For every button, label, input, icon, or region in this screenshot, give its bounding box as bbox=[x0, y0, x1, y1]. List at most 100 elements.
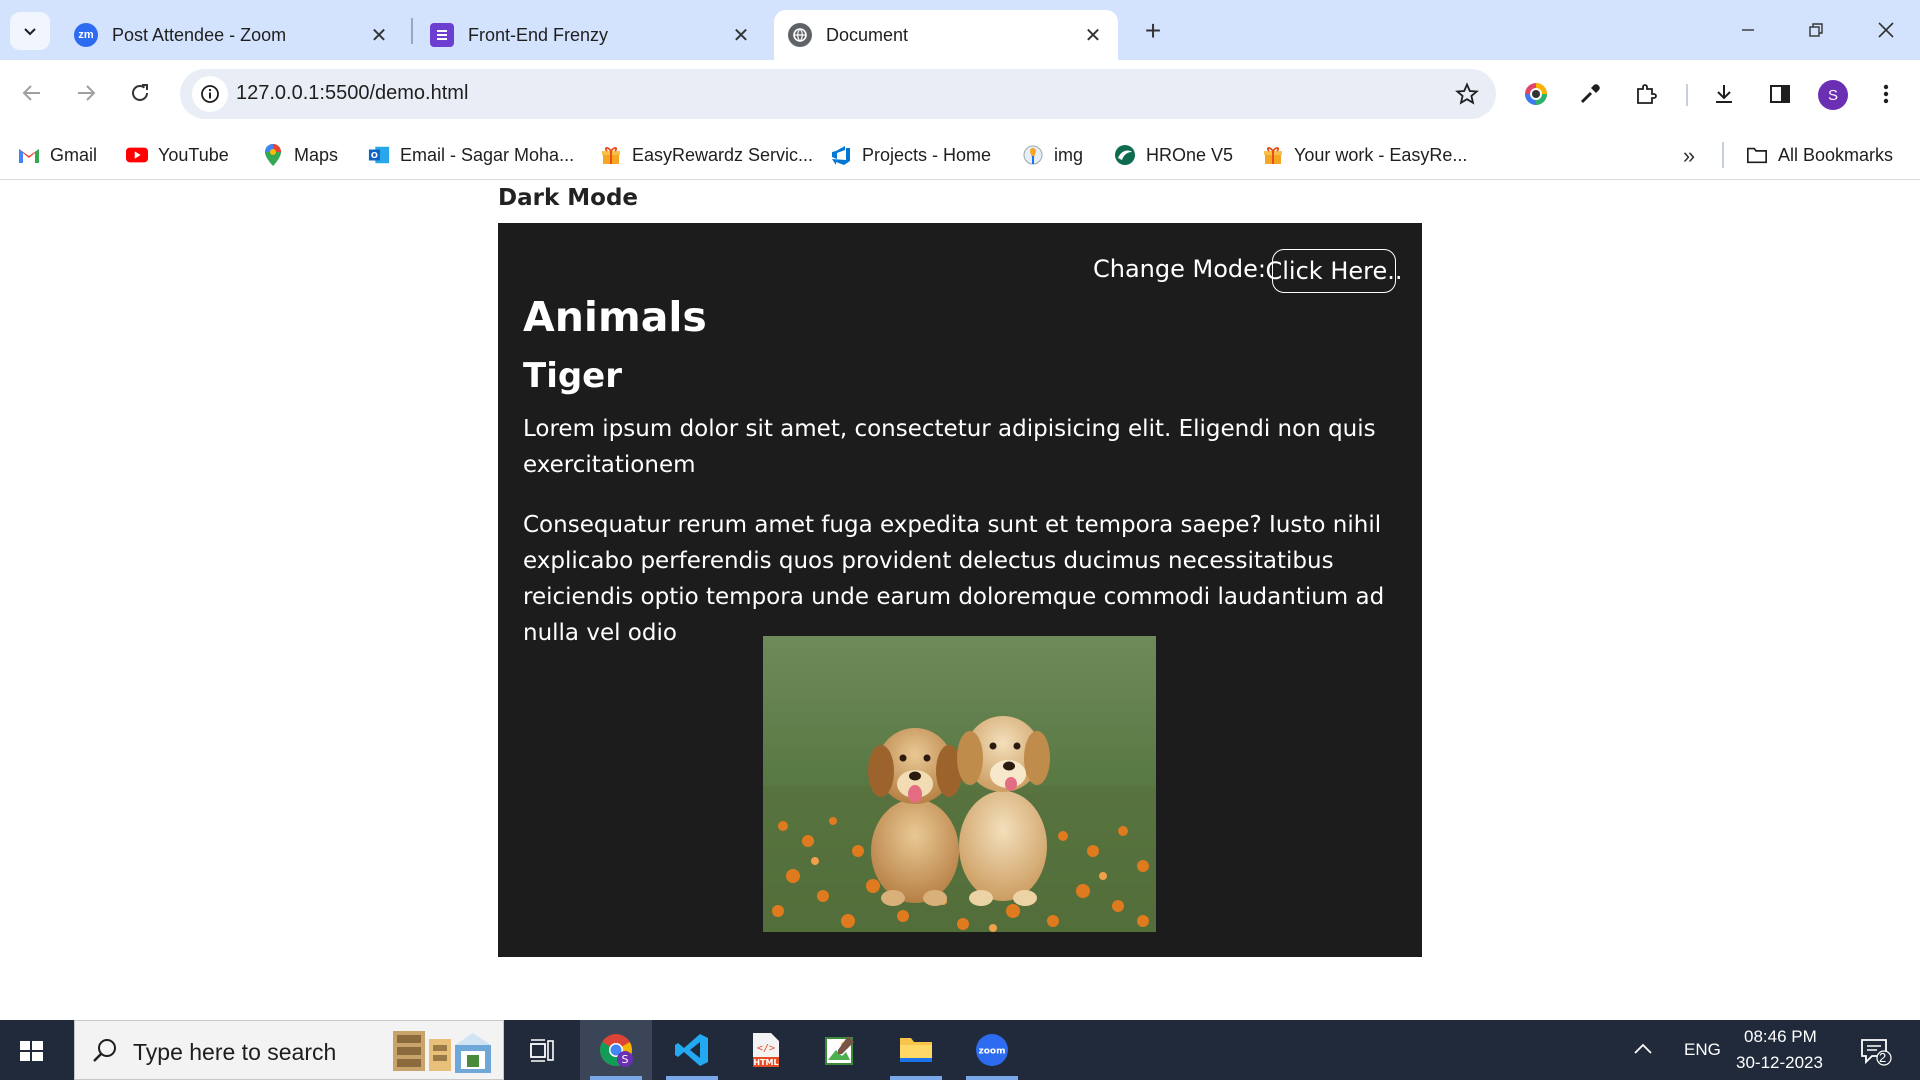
maps-icon bbox=[262, 144, 284, 166]
forward-button[interactable] bbox=[66, 73, 106, 113]
vscode-icon bbox=[675, 1034, 708, 1066]
notification-icon bbox=[1861, 1039, 1892, 1066]
arrow-right-icon bbox=[78, 85, 96, 101]
svg-text:zoom: zoom bbox=[979, 1047, 1006, 1057]
restore-icon bbox=[1809, 23, 1823, 37]
tab-separator bbox=[411, 18, 413, 44]
restore-button[interactable] bbox=[1792, 12, 1840, 48]
taskbar-html-file[interactable]: HTML </> bbox=[730, 1020, 802, 1080]
easyrewardz-icon bbox=[600, 144, 622, 166]
eyedropper-icon bbox=[1580, 84, 1600, 104]
hrone-icon bbox=[1114, 144, 1136, 166]
chevron-down-icon bbox=[24, 28, 36, 36]
bookmark-label: YouTube bbox=[158, 144, 229, 165]
toolbar-separator bbox=[1686, 84, 1688, 106]
arrow-left-icon bbox=[22, 85, 40, 101]
tab-title: Document bbox=[826, 24, 909, 45]
color-wheel-icon bbox=[1525, 83, 1547, 105]
taskbar: Type here to search S HTML </> zoom ENG 0… bbox=[0, 1020, 1920, 1080]
url-text[interactable]: 127.0.0.1:5500/demo.html bbox=[236, 82, 468, 105]
bookmarks-bar: Gmail YouTube Maps O Email - Sagar Moha.… bbox=[0, 130, 1920, 180]
bookmark-easyrewardz[interactable]: EasyRewardz Servic... bbox=[600, 138, 813, 172]
taskbar-chrome[interactable]: S bbox=[580, 1020, 652, 1080]
minimize-icon bbox=[1742, 29, 1754, 31]
download-icon bbox=[1716, 85, 1732, 103]
zoom-icon: zm bbox=[74, 23, 98, 47]
svg-text:</>: </> bbox=[757, 1043, 775, 1054]
taskbar-file-explorer[interactable] bbox=[880, 1020, 952, 1080]
downloads-button[interactable] bbox=[1704, 74, 1744, 114]
tab-front-end-frenzy[interactable]: Front-End Frenzy ✕ bbox=[416, 10, 766, 60]
close-icon[interactable]: ✕ bbox=[1080, 22, 1106, 48]
bookmark-hrone[interactable]: HROne V5 bbox=[1114, 138, 1233, 172]
active-indicator bbox=[590, 1076, 642, 1080]
folder-icon bbox=[900, 1038, 932, 1062]
task-view-button[interactable] bbox=[506, 1020, 578, 1080]
running-indicator bbox=[966, 1076, 1018, 1080]
bookmark-gmail[interactable]: Gmail bbox=[18, 138, 97, 172]
bookmark-label: img bbox=[1054, 144, 1084, 165]
bookmark-star-button[interactable] bbox=[1452, 79, 1482, 109]
all-bookmarks-button[interactable]: All Bookmarks bbox=[1746, 138, 1893, 172]
close-icon[interactable]: ✕ bbox=[366, 22, 392, 48]
outlook-icon: O bbox=[368, 144, 390, 166]
tab-search-button[interactable] bbox=[10, 12, 50, 50]
all-bookmarks-label: All Bookmarks bbox=[1778, 144, 1894, 165]
tab-zoom[interactable]: zm Post Attendee - Zoom ✕ bbox=[60, 10, 404, 60]
running-indicator bbox=[666, 1076, 718, 1080]
tray-overflow-button[interactable] bbox=[1632, 1038, 1654, 1065]
menu-button[interactable] bbox=[1866, 74, 1906, 114]
chrome-icon: S bbox=[600, 1034, 633, 1067]
bookmark-label: Email - Sagar Moha... bbox=[400, 144, 575, 165]
clock-date[interactable]: 30-12-2023 bbox=[1736, 1053, 1823, 1073]
star-icon bbox=[1455, 82, 1479, 105]
extensions-button[interactable] bbox=[1626, 74, 1666, 114]
bookmark-img[interactable]: img bbox=[1022, 138, 1083, 172]
back-button[interactable] bbox=[12, 73, 52, 113]
page-heading: Dark Mode bbox=[498, 185, 639, 211]
page-viewport: Dark Mode Change Mode: Click Here.. Anim… bbox=[0, 181, 1920, 1020]
taskbar-image-app[interactable] bbox=[804, 1020, 876, 1080]
bookmark-label: Maps bbox=[294, 144, 339, 165]
address-bar[interactable]: 127.0.0.1:5500/demo.html bbox=[180, 69, 1496, 119]
chevron-up-icon bbox=[1634, 1043, 1652, 1054]
change-mode-button[interactable]: Click Here.. bbox=[1266, 249, 1403, 293]
reload-button[interactable] bbox=[120, 73, 160, 113]
tab-title: Post Attendee - Zoom bbox=[112, 24, 287, 45]
bookmark-label: EasyRewardz Servic... bbox=[632, 144, 814, 165]
bookmarks-separator bbox=[1722, 142, 1724, 168]
azure-devops-icon bbox=[830, 144, 852, 166]
new-tab-button[interactable]: + bbox=[1136, 14, 1170, 48]
svg-text:HTML: HTML bbox=[753, 1058, 778, 1067]
bookmark-projects[interactable]: Projects - Home bbox=[830, 138, 991, 172]
taskbar-vscode[interactable] bbox=[656, 1020, 728, 1080]
language-indicator[interactable]: ENG bbox=[1684, 1040, 1721, 1060]
youtube-icon bbox=[126, 144, 148, 166]
bookmark-your-work[interactable]: Your work - EasyRe... bbox=[1262, 138, 1467, 172]
info-icon bbox=[201, 85, 219, 103]
notification-center-button[interactable]: 2 bbox=[1858, 1034, 1892, 1068]
taskbar-search-box[interactable]: Type here to search bbox=[74, 1020, 504, 1080]
bookmarks-overflow-button[interactable]: » bbox=[1674, 143, 1704, 168]
clock-time[interactable]: 08:46 PM bbox=[1744, 1027, 1817, 1047]
taskbar-zoom[interactable]: zoom bbox=[956, 1020, 1028, 1080]
extension-colorpick-button[interactable] bbox=[1516, 74, 1556, 114]
site-info-button[interactable] bbox=[192, 76, 228, 112]
windows-icon bbox=[20, 1041, 43, 1061]
extension-eyedropper-button[interactable] bbox=[1570, 74, 1610, 114]
close-window-button[interactable] bbox=[1862, 12, 1910, 48]
side-panel-button[interactable] bbox=[1760, 74, 1800, 114]
close-icon[interactable]: ✕ bbox=[728, 22, 754, 48]
bookmark-youtube[interactable]: YouTube bbox=[126, 138, 229, 172]
bookmark-maps[interactable]: Maps bbox=[262, 138, 338, 172]
profile-avatar[interactable]: S bbox=[1818, 80, 1848, 110]
svg-text:O: O bbox=[371, 150, 378, 160]
svg-text:S: S bbox=[622, 1053, 629, 1066]
running-indicator bbox=[890, 1076, 942, 1080]
minimize-button[interactable] bbox=[1724, 12, 1772, 48]
paragraph-1: Lorem ipsum dolor sit amet, consectetur … bbox=[523, 416, 1376, 478]
start-button[interactable] bbox=[14, 1034, 48, 1068]
bookmark-email[interactable]: O Email - Sagar Moha... bbox=[368, 138, 574, 172]
search-highlight-icon bbox=[393, 1031, 491, 1073]
tab-document[interactable]: Document ✕ bbox=[774, 10, 1118, 60]
